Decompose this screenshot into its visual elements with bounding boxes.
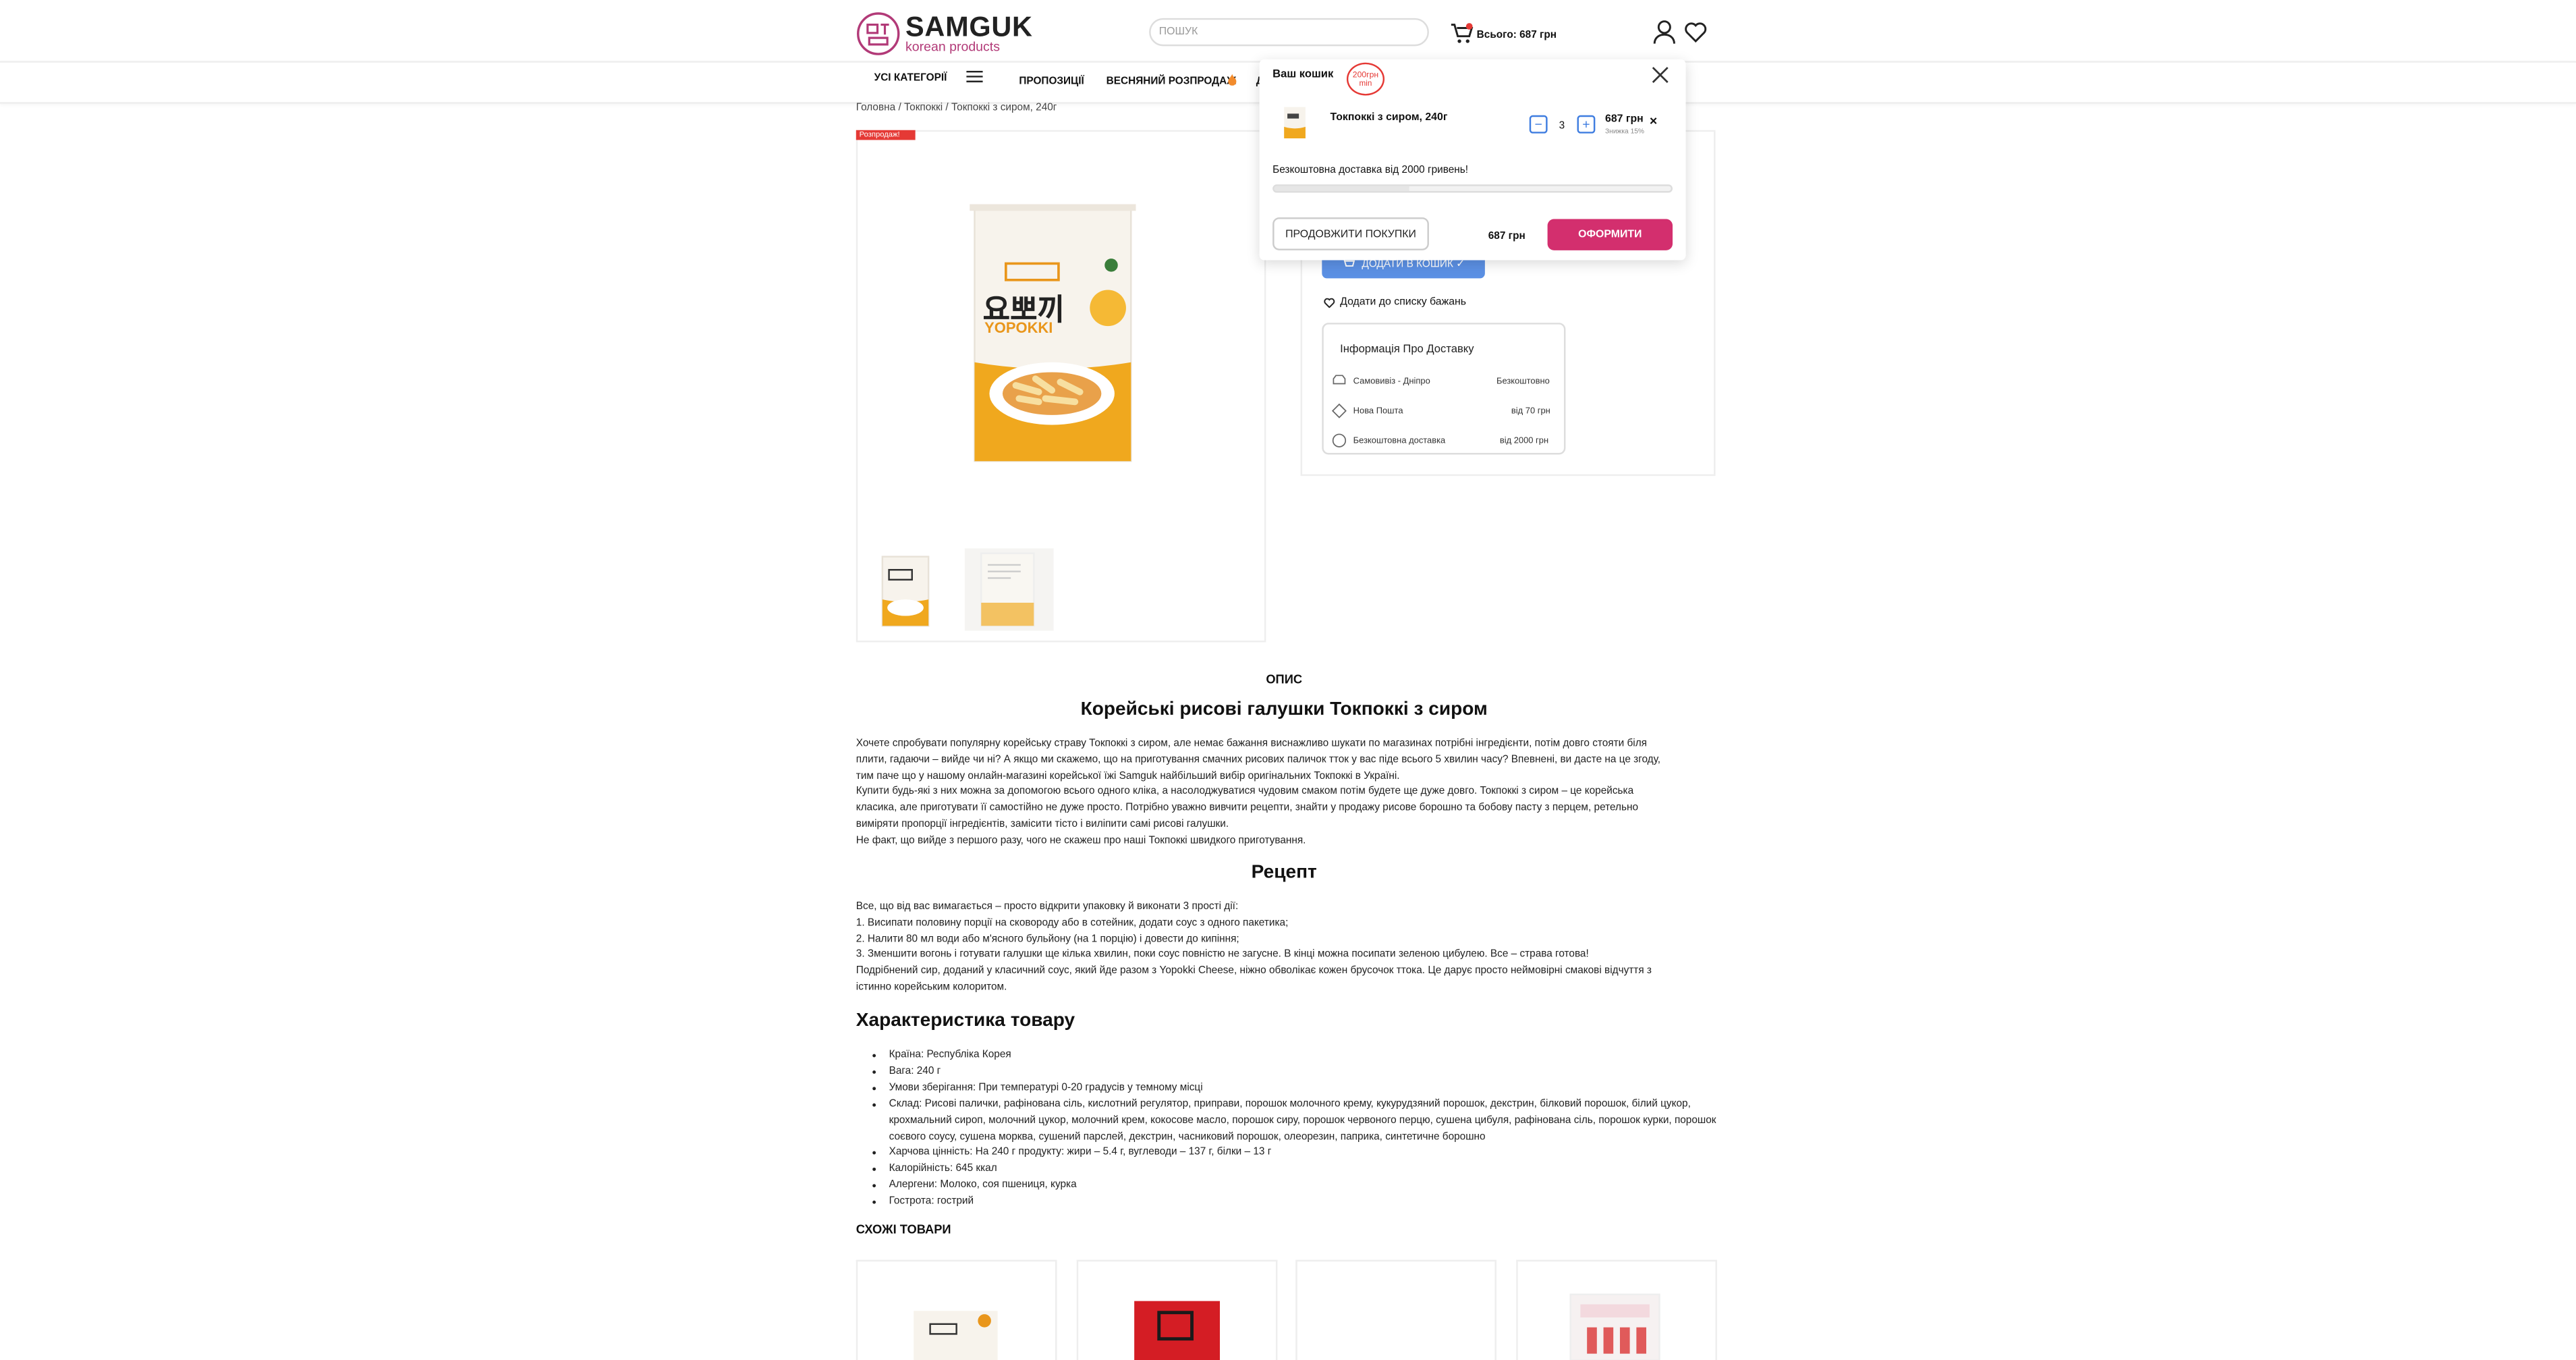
user-icon[interactable] xyxy=(1653,20,1676,45)
qty-decrease-button[interactable]: − xyxy=(1529,115,1548,134)
description-line: тим паче що у нашому онлайн-магазині кор… xyxy=(856,769,1400,782)
product-image[interactable]: 요뽀끼 YOPOKKI xyxy=(970,204,1136,465)
recipe-line: Все, що від вас вимагається – просто від… xyxy=(856,900,1239,913)
nova-poshta-icon xyxy=(1331,403,1347,418)
description-line: класика, але приготувати її самостійно н… xyxy=(856,802,1639,814)
close-icon[interactable] xyxy=(1651,66,1669,84)
spec-item: Склад: Рисові палички, рафінована сіль, … xyxy=(889,1096,1754,1145)
minicart-item-name[interactable]: Токпоккі з сиром, 240г xyxy=(1331,112,1448,124)
similar-product-card[interactable] xyxy=(1076,1259,1278,1360)
delivery-row-value: від 70 грн xyxy=(1511,406,1550,417)
delivery-row-name: Самовивіз - Дніпро xyxy=(1353,377,1430,387)
nav-offers[interactable]: ПРОПОЗИЦІЇ xyxy=(1019,76,1084,87)
remove-item-icon[interactable]: × xyxy=(1650,113,1657,128)
recipe-text: Все, що від вас вимагається – просто від… xyxy=(856,899,1720,996)
thumbnail-1[interactable] xyxy=(878,553,934,629)
description-section-label: ОПИС xyxy=(1266,672,1303,687)
spec-item: Країна: Республіка Корея xyxy=(889,1048,1754,1064)
qty-value[interactable]: 3 xyxy=(1559,120,1565,132)
thumbnail-2[interactable] xyxy=(964,548,1054,631)
description-line: Купити будь-які з них можна за допомогою… xyxy=(856,786,1634,798)
description-text: Хочете спробувати популярну корейську ст… xyxy=(856,736,1720,849)
recipe-line: 3. Зменшити вогонь і готувати галушки ще… xyxy=(856,949,1589,961)
similar-product-card[interactable] xyxy=(1295,1259,1496,1360)
brand-tagline: korean products xyxy=(905,39,1000,55)
logo-icon xyxy=(857,12,900,55)
sale-badge-label: Розпродаж! xyxy=(859,130,900,138)
free-delivery-progress xyxy=(1272,184,1673,193)
similar-product-image xyxy=(1134,1301,1221,1360)
similar-product-card[interactable] xyxy=(856,1259,1057,1360)
site-logo[interactable]: SAMGUK korean products xyxy=(856,10,1037,59)
progress-fill xyxy=(1274,186,1409,192)
free-delivery-icon xyxy=(1332,433,1347,447)
characteristics-heading: Характеристика товару xyxy=(856,1011,1075,1031)
add-to-cart-label: ДОДАТИ В КОШИК ✓ xyxy=(1362,259,1465,271)
breadcrumb[interactable]: Головна / Токпоккі / Токпоккі з сиром, 2… xyxy=(856,102,1057,113)
pickup-icon xyxy=(1333,375,1346,385)
min-order-amount: 200грн xyxy=(1352,70,1379,81)
recipe-line: 1. Висипати половину порції на сковороду… xyxy=(856,917,1289,929)
qty-increase-button[interactable]: + xyxy=(1577,115,1596,134)
sale-badge: Розпродаж! xyxy=(856,130,916,140)
recipe-line: Подрібнений сир, доданий у класичний соу… xyxy=(856,965,1652,977)
wishlist-label: Додати до списку бажань xyxy=(1340,296,1467,308)
cart-total-label: Всього: 687 грн xyxy=(1476,29,1557,41)
delivery-row-value: від 2000 грн xyxy=(1499,436,1549,447)
menu-icon[interactable] xyxy=(966,70,983,82)
recipe-line: істинно корейським колоритом. xyxy=(856,981,1007,994)
minicart-item-discount: Знижка 15% xyxy=(1605,126,1645,136)
min-order-label: min xyxy=(1359,80,1372,89)
thumbnail-back-image xyxy=(980,552,1035,627)
min-order-badge: 200грн min xyxy=(1346,62,1385,96)
spec-item: Вага: 240 г xyxy=(889,1064,1754,1080)
description-line: Не факт, що вийде з першого разу, чого н… xyxy=(856,834,1306,846)
checkout-label: ОФОРМИТИ xyxy=(1578,229,1642,241)
minicart-item-price: 687 грн xyxy=(1605,113,1644,126)
continue-shopping-button[interactable]: ПРОДОВЖИТИ ПОКУПКИ xyxy=(1272,217,1429,250)
description-heading: Корейські рисові галушки Токпоккі з сиро… xyxy=(1080,700,1488,720)
minicart-total: 687 грн xyxy=(1488,230,1525,242)
recipe-line: 2. Налити 80 мл води або м'ясного бульйо… xyxy=(856,933,1239,945)
continue-shopping-label: ПРОДОВЖИТИ ПОКУПКИ xyxy=(1285,227,1416,240)
cart-item-thumb xyxy=(1284,107,1306,138)
search-placeholder: ПОШУК xyxy=(1158,26,1198,38)
delivery-row-name: Нова Пошта xyxy=(1353,406,1403,417)
fire-icon xyxy=(1228,74,1237,86)
nav-all-categories[interactable]: УСІ КАТЕГОРІЇ xyxy=(874,72,947,84)
cart-icon xyxy=(1451,23,1474,43)
spec-item: Умови зберігання: При температурі 0-20 г… xyxy=(889,1080,1754,1096)
nav-spring-sale[interactable]: ВЕСНЯНИЙ РОЗПРОДАЖ xyxy=(1107,76,1236,87)
delivery-row-name: Безкоштовна доставка xyxy=(1353,436,1446,447)
delivery-title: Інформація Про Доставку xyxy=(1340,344,1474,356)
spec-item: Гострота: гострий xyxy=(889,1194,1754,1210)
checkout-button[interactable]: ОФОРМИТИ xyxy=(1547,219,1673,250)
thumbnail-pack-image xyxy=(881,555,930,627)
spec-item: Калорійність: 645 ккал xyxy=(889,1162,1754,1178)
description-line: плити, гадаючи – вийде чи ні? А якщо ми … xyxy=(856,754,1661,766)
wishlist-heart-icon xyxy=(1324,298,1335,308)
characteristics-list: Країна: Республіка Корея Вага: 240 г Умо… xyxy=(856,1048,1754,1211)
minicart-item-image[interactable] xyxy=(1281,105,1308,140)
header-cart[interactable]: Всього: 687 грн xyxy=(1451,23,1566,46)
search-input[interactable]: ПОШУК xyxy=(1149,18,1429,47)
cart-small-icon xyxy=(1342,259,1355,267)
similar-product-card[interactable] xyxy=(1516,1259,1717,1360)
recipe-heading: Рецепт xyxy=(1251,863,1317,883)
description-line: Хочете спробувати популярну корейську ст… xyxy=(856,738,1648,750)
heart-icon[interactable] xyxy=(1684,22,1707,43)
spec-item: Харчова цінність: На 240 г продукту: жир… xyxy=(889,1145,1754,1162)
spec-item: Алергени: Молоко, соя пшениця, курка xyxy=(889,1178,1754,1194)
minicart-title: Ваш кошик xyxy=(1272,69,1334,81)
delivery-row-value: Безкоштовно xyxy=(1496,377,1550,387)
delivery-info-box xyxy=(1322,323,1566,455)
similar-products-heading: СХОЖІ ТОВАРИ xyxy=(856,1222,951,1237)
free-delivery-note: Безкоштовна доставка від 2000 гривень! xyxy=(1272,165,1469,177)
similar-product-image xyxy=(914,1311,998,1360)
package-brand-title: YOPOKKI xyxy=(984,319,1053,336)
description-line: виміряти пропорції інгредієнтів, замісит… xyxy=(856,818,1229,830)
